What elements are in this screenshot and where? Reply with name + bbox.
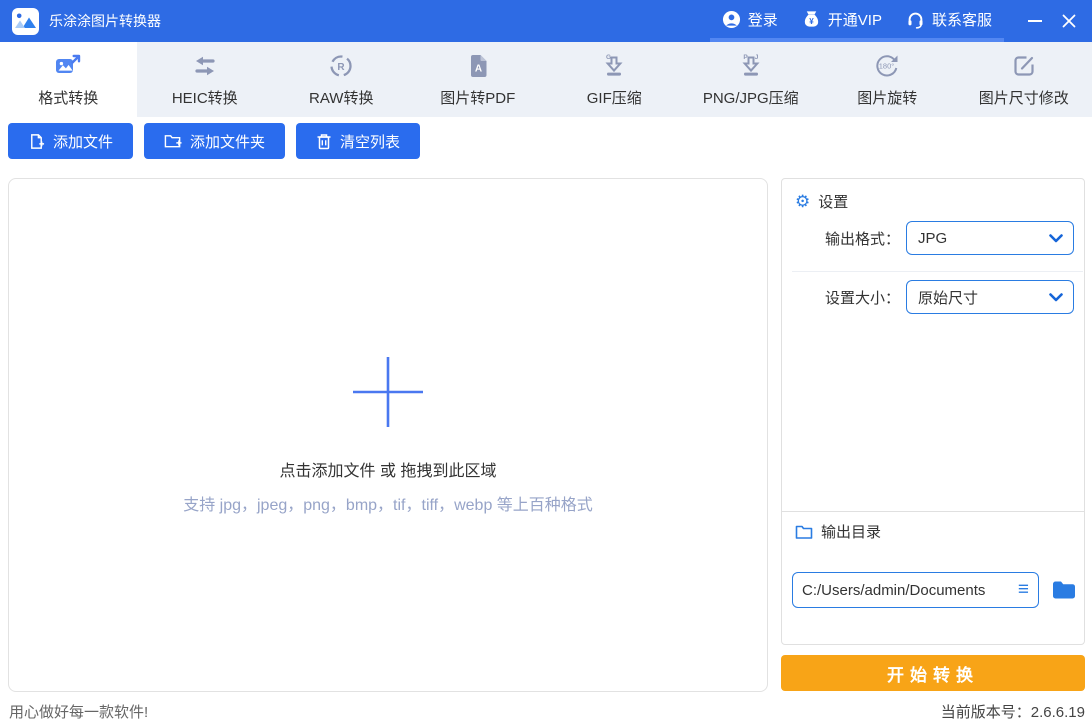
headset-icon (906, 10, 925, 29)
output-dir-row: ≡ (792, 572, 1076, 608)
menu-icon[interactable]: ≡ (1018, 579, 1029, 601)
tab-gif-compress[interactable]: G GIF压缩 (546, 42, 683, 117)
svg-text:G: G (606, 54, 611, 61)
output-dir-inputbox: ≡ (792, 572, 1039, 608)
gear-icon: ⚙ (795, 193, 810, 210)
tab-image-rotate[interactable]: 180° 图片旋转 (819, 42, 956, 117)
moneybag-icon: ¥ (802, 10, 821, 29)
add-file-label: 添加文件 (53, 131, 113, 152)
divider (792, 271, 1083, 272)
tab-label: HEIC转换 (172, 87, 238, 108)
login-label: 登录 (748, 9, 778, 30)
rotate-180-icon: 180° (873, 52, 901, 80)
tab-label: 图片尺寸修改 (979, 87, 1069, 108)
browse-folder-button[interactable] (1052, 580, 1076, 600)
gif-compress-icon: G (600, 52, 628, 80)
tab-label: 图片转PDF (440, 87, 515, 108)
clear-list-label: 清空列表 (340, 131, 400, 152)
rotate-r-icon: R (327, 52, 355, 80)
size-label: 设置大小： (782, 287, 900, 308)
vip-button[interactable]: ¥ 开通VIP (790, 0, 894, 42)
slogan-text: 用心做好每一款软件! (9, 701, 148, 722)
svg-text:R: R (338, 61, 346, 72)
version-text: 当前版本号：2.6.6.19 (781, 701, 1085, 722)
size-select[interactable]: 原始尺寸 (906, 280, 1074, 314)
start-convert-button[interactable]: 开始转换 (781, 655, 1085, 691)
app-logo-icon (12, 8, 39, 35)
tab-heic-convert[interactable]: HEIC转换 (137, 42, 274, 117)
tab-label: 格式转换 (38, 87, 98, 108)
output-format-select[interactable]: JPG (906, 221, 1074, 255)
support-button[interactable]: 联系客服 (894, 0, 1004, 42)
settings-title: 设置 (818, 191, 848, 212)
tab-raw-convert[interactable]: R RAW转换 (273, 42, 410, 117)
close-icon (1062, 14, 1076, 28)
tab-image-resize[interactable]: 图片尺寸修改 (956, 42, 1092, 117)
svg-text:¥: ¥ (809, 16, 814, 25)
output-format-row: 输出格式： JPG (782, 221, 1084, 255)
file-toolbar: 添加文件 添加文件夹 清空列表 (8, 123, 420, 159)
dropzone-formats: 支持 jpg，jpeg，png，bmp，tif，tiff，webp 等上百种格式 (9, 491, 767, 515)
dropzone-hint: 点击添加文件 或 拖拽到此区域 (9, 457, 767, 481)
titlebar: 乐涂涂图片转换器 登录 ¥ 开通VIP 联系客服 (0, 0, 1092, 42)
chevron-down-icon (1049, 293, 1063, 302)
chevron-down-icon (1049, 234, 1063, 243)
folder-filled-icon (1052, 580, 1076, 600)
file-drop-zone[interactable]: 点击添加文件 或 拖拽到此区域 支持 jpg，jpeg，png，bmp，tif，… (8, 178, 768, 692)
output-dir-input[interactable] (802, 582, 1014, 599)
tabbar: 格式转换 HEIC转换 R RAW转换 A (0, 42, 1092, 117)
svg-text:J: J (754, 54, 758, 61)
output-format-value: JPG (918, 230, 947, 247)
settings-panel: ⚙ 设置 输出格式： JPG 设置大小： 原始尺寸 输出目录 ≡ (781, 178, 1085, 645)
image-convert-icon (54, 52, 82, 80)
settings-header: ⚙ 设置 (795, 191, 848, 212)
clear-list-button[interactable]: 清空列表 (296, 123, 420, 159)
minimize-button[interactable] (1018, 0, 1052, 42)
swap-arrows-icon (191, 52, 219, 80)
file-plus-icon (28, 133, 45, 150)
login-button[interactable]: 登录 (710, 0, 790, 42)
add-folder-label: 添加文件夹 (190, 131, 265, 152)
add-file-button[interactable]: 添加文件 (8, 123, 133, 159)
output-dir-title: 输出目录 (821, 521, 881, 542)
support-label: 联系客服 (932, 9, 992, 30)
plus-icon (351, 355, 425, 429)
png-jpg-compress-icon: P J (737, 52, 765, 80)
folder-plus-icon (164, 133, 182, 149)
folder-outline-icon (795, 524, 813, 540)
tab-label: GIF压缩 (587, 87, 642, 108)
svg-text:180°: 180° (879, 61, 895, 70)
edit-resize-icon (1010, 52, 1038, 80)
close-button[interactable] (1052, 0, 1086, 42)
tab-label: RAW转换 (309, 87, 373, 108)
output-format-label: 输出格式： (782, 228, 900, 249)
trash-icon (316, 133, 332, 150)
user-icon (722, 10, 741, 29)
size-value: 原始尺寸 (918, 287, 978, 308)
minimize-icon (1028, 20, 1042, 22)
size-row: 设置大小： 原始尺寸 (782, 280, 1084, 314)
tab-image-to-pdf[interactable]: A 图片转PDF (410, 42, 547, 117)
add-folder-button[interactable]: 添加文件夹 (144, 123, 285, 159)
tab-label: PNG/JPG压缩 (703, 87, 799, 108)
tab-label: 图片旋转 (857, 87, 917, 108)
app-title: 乐涂涂图片转换器 (49, 11, 161, 31)
tab-png-jpg-compress[interactable]: P J PNG/JPG压缩 (683, 42, 820, 117)
output-dir-header: 输出目录 (795, 521, 881, 542)
tab-format-convert[interactable]: 格式转换 (0, 42, 137, 117)
divider (782, 511, 1084, 512)
svg-text:A: A (475, 63, 482, 74)
vip-label: 开通VIP (828, 9, 882, 30)
pdf-file-icon: A (464, 52, 492, 80)
